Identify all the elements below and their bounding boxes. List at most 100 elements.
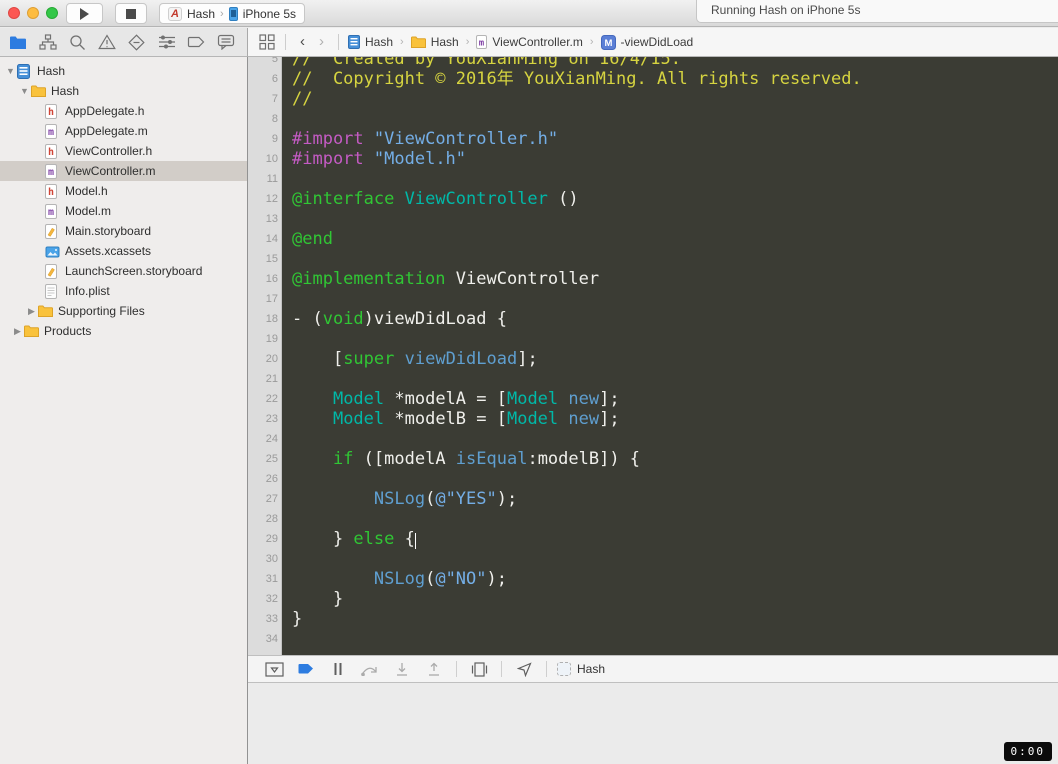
breakpoints-toggle-button[interactable] [290, 663, 322, 675]
sidebar-item-viewcontroller-m[interactable]: m ViewController.m [0, 161, 247, 181]
code-line-31[interactable]: 31 NSLog(@"NO"); [248, 569, 1058, 589]
project-navigator-tab[interactable] [7, 32, 29, 52]
disclosure-triangle-icon[interactable]: ▼ [4, 66, 17, 76]
code-line-20[interactable]: 20 [super viewDidLoad]; [248, 349, 1058, 369]
line-number[interactable]: 17 [248, 289, 278, 309]
line-number[interactable]: 24 [248, 429, 278, 449]
line-number[interactable]: 7 [248, 89, 278, 109]
sidebar-item-viewcontroller-h[interactable]: h ViewController.h [0, 141, 247, 161]
sidebar-item-info-plist[interactable]: Info.plist [0, 281, 247, 301]
code-line-11[interactable]: 11 [248, 169, 1058, 189]
line-number[interactable]: 14 [248, 229, 278, 249]
line-number[interactable]: 25 [248, 449, 278, 469]
breadcrumb-method[interactable]: M -viewDidLoad [599, 34, 696, 50]
line-number[interactable]: 9 [248, 129, 278, 149]
minimize-window-button[interactable] [27, 7, 39, 19]
code-line-16[interactable]: 16 @implementation ViewController [248, 269, 1058, 289]
process-selector[interactable]: Hash [557, 662, 605, 676]
find-navigator-tab[interactable] [66, 32, 88, 52]
sidebar-item-model-m[interactable]: m Model.m [0, 201, 247, 221]
debug-console-area[interactable] [249, 683, 1058, 764]
line-number[interactable]: 32 [248, 589, 278, 609]
run-button[interactable] [66, 3, 103, 24]
code-line-28[interactable]: 28 [248, 509, 1058, 529]
code-line-23[interactable]: 23 Model *modelB = [Model new]; [248, 409, 1058, 429]
line-number[interactable]: 5 [248, 57, 278, 69]
disclosure-triangle-icon[interactable]: ▶ [11, 326, 24, 337]
test-navigator-tab[interactable] [126, 32, 148, 52]
related-items-button[interactable] [256, 32, 278, 52]
line-number[interactable]: 18 [248, 309, 278, 329]
code-line-26[interactable]: 26 [248, 469, 1058, 489]
code-line-24[interactable]: 24 [248, 429, 1058, 449]
code-line-30[interactable]: 30 [248, 549, 1058, 569]
code-line-6[interactable]: 6 // Copyright © 2016年 YouXianMing. All r… [248, 69, 1058, 89]
issue-navigator-tab[interactable] [96, 32, 118, 52]
debug-navigator-tab[interactable] [156, 32, 178, 52]
code-line-8[interactable]: 8 [248, 109, 1058, 129]
scheme-selector[interactable]: A Hash › iPhone 5s [159, 3, 306, 24]
line-number[interactable]: 15 [248, 249, 278, 269]
line-number[interactable]: 8 [248, 109, 278, 129]
code-line-32[interactable]: 32 } [248, 589, 1058, 609]
code-line-5[interactable]: 5 // Created by YouXianMing on 16/4/15. [248, 57, 1058, 69]
code-line-33[interactable]: 33} [248, 609, 1058, 629]
line-number[interactable]: 27 [248, 489, 278, 509]
code-line-17[interactable]: 17 [248, 289, 1058, 309]
code-line-25[interactable]: 25 if ([modelA isEqual:modelB]) { [248, 449, 1058, 469]
report-navigator-tab[interactable] [215, 32, 237, 52]
sidebar-item-main-storyboard[interactable]: Main.storyboard [0, 221, 247, 241]
code-line-14[interactable]: 14 @end [248, 229, 1058, 249]
breakpoint-navigator-tab[interactable] [185, 32, 207, 52]
sidebar-item-products[interactable]: ▶ Products [0, 321, 247, 341]
line-number[interactable]: 21 [248, 369, 278, 389]
code-line-13[interactable]: 13 [248, 209, 1058, 229]
disclosure-triangle-icon[interactable]: ▼ [18, 86, 31, 96]
step-out-button[interactable] [418, 662, 450, 677]
sidebar-item-hash[interactable]: ▼ Hash [0, 61, 247, 81]
line-number[interactable]: 30 [248, 549, 278, 569]
hide-debug-area-button[interactable] [258, 661, 290, 677]
line-number[interactable]: 29 [248, 529, 278, 549]
line-number[interactable]: 13 [248, 209, 278, 229]
code-line-34[interactable]: 34 [248, 629, 1058, 649]
line-number[interactable]: 11 [248, 169, 278, 189]
code-line-27[interactable]: 27 NSLog(@"YES"); [248, 489, 1058, 509]
code-line-15[interactable]: 15 [248, 249, 1058, 269]
code-line-18[interactable]: 18- (void)viewDidLoad { [248, 309, 1058, 329]
line-number[interactable]: 6 [248, 69, 278, 89]
close-window-button[interactable] [8, 7, 20, 19]
forward-button[interactable]: › [312, 34, 331, 49]
line-number[interactable]: 31 [248, 569, 278, 589]
line-number[interactable]: 28 [248, 509, 278, 529]
line-number[interactable]: 26 [248, 469, 278, 489]
zoom-window-button[interactable] [46, 7, 58, 19]
stop-button[interactable] [115, 3, 147, 24]
step-into-button[interactable] [386, 662, 418, 677]
code-line-21[interactable]: 21 [248, 369, 1058, 389]
line-number[interactable]: 19 [248, 329, 278, 349]
sidebar-item-hash[interactable]: ▼ Hash [0, 81, 247, 101]
code-line-9[interactable]: 9 #import "ViewController.h" [248, 129, 1058, 149]
code-line-19[interactable]: 19 [248, 329, 1058, 349]
line-number[interactable]: 16 [248, 269, 278, 289]
code-line-22[interactable]: 22 Model *modelA = [Model new]; [248, 389, 1058, 409]
disclosure-triangle-icon[interactable]: ▶ [25, 306, 38, 317]
line-number[interactable]: 33 [248, 609, 278, 629]
breadcrumb-file[interactable]: m ViewController.m [474, 35, 584, 49]
breadcrumb-project[interactable]: Hash [346, 35, 395, 49]
sidebar-item-model-h[interactable]: h Model.h [0, 181, 247, 201]
line-number[interactable]: 22 [248, 389, 278, 409]
line-number[interactable]: 12 [248, 189, 278, 209]
view-debugger-button[interactable] [463, 661, 495, 677]
line-number[interactable]: 10 [248, 149, 278, 169]
line-number[interactable]: 23 [248, 409, 278, 429]
code-line-10[interactable]: 10 #import "Model.h" [248, 149, 1058, 169]
step-over-button[interactable] [354, 663, 386, 676]
sidebar-item-appdelegate-h[interactable]: h AppDelegate.h [0, 101, 247, 121]
symbol-navigator-tab[interactable] [37, 32, 59, 52]
sidebar-item-launchscreen-storyboard[interactable]: LaunchScreen.storyboard [0, 261, 247, 281]
sidebar-item-supporting-files[interactable]: ▶ Supporting Files [0, 301, 247, 321]
breadcrumb-group[interactable]: Hash [409, 35, 461, 49]
simulate-location-button[interactable] [508, 661, 540, 677]
